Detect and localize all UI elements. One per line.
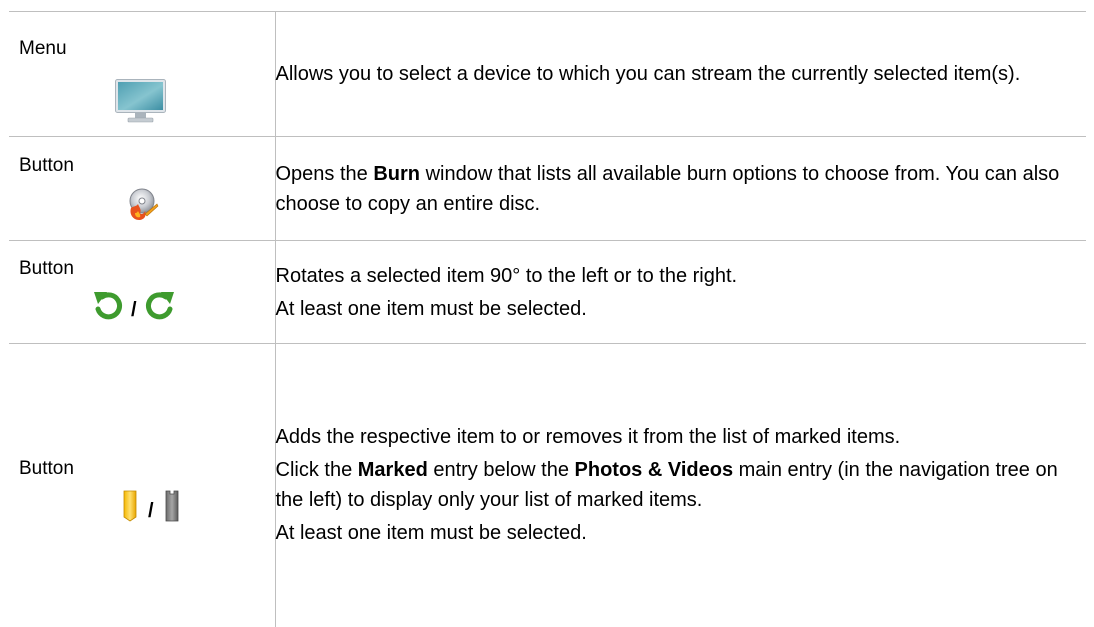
table-row: Button / Adds the respective item to or … bbox=[9, 343, 1087, 627]
description-bold-text: Burn bbox=[373, 162, 421, 185]
description-paragraph: Click the Marked entry below the Photos … bbox=[276, 455, 1087, 515]
description-text: Click the bbox=[275, 459, 358, 482]
burn-disc-icon bbox=[125, 188, 159, 222]
description-paragraph: At least one item must be selected. bbox=[276, 294, 1087, 324]
icon-separator: / bbox=[131, 298, 137, 321]
icon-separator: / bbox=[148, 499, 154, 522]
element-type-label: Button bbox=[19, 258, 74, 279]
element-type-label: Button bbox=[19, 458, 74, 479]
description-paragraph: Rotates a selected item 90° to the left … bbox=[276, 261, 1087, 291]
description-paragraph: At least one item must be selected. bbox=[276, 518, 1087, 548]
rotate-icons: / bbox=[93, 289, 175, 330]
mark-item-icon bbox=[123, 490, 137, 531]
unmark-item-icon bbox=[165, 490, 179, 531]
description-paragraph: Opens the Burn window that lists all ava… bbox=[276, 159, 1087, 219]
element-type-label: Menu bbox=[19, 38, 67, 59]
element-cell: Menu bbox=[9, 11, 276, 137]
description-bold-text: Marked bbox=[357, 459, 428, 482]
description-paragraph: Allows you to select a device to which y… bbox=[276, 59, 1087, 89]
element-cell: Button / bbox=[9, 343, 276, 627]
reference-table: Menu Allows you to select a device to wh… bbox=[9, 11, 1086, 627]
element-cell: Button bbox=[9, 136, 276, 241]
description-cell: Allows you to select a device to which y… bbox=[274, 11, 1087, 137]
table-row: Menu Allows you to select a device to wh… bbox=[9, 11, 1087, 137]
description-text: Adds the respective item to or removes i… bbox=[275, 426, 901, 449]
description-bold-text: Photos & Videos bbox=[574, 459, 734, 482]
table-row: Button / Rotates a selected item 90° to … bbox=[9, 240, 1087, 344]
description-text: At least one item must be selected. bbox=[275, 297, 587, 320]
description-paragraph: Adds the respective item to or removes i… bbox=[276, 422, 1087, 452]
element-cell: Button / bbox=[9, 240, 276, 344]
monitor-icon bbox=[115, 79, 166, 123]
rotate-right-icon bbox=[145, 289, 175, 330]
description-text: At least one item must be selected. bbox=[275, 522, 587, 545]
description-text: entry below the bbox=[427, 459, 575, 482]
description-text: Allows you to select a device to which y… bbox=[275, 63, 1021, 85]
description-text: Opens the bbox=[275, 162, 374, 185]
table-row: Button Opens the Burn window that lists … bbox=[9, 136, 1087, 241]
element-type-label: Button bbox=[19, 155, 74, 176]
description-cell: Opens the Burn window that lists all ava… bbox=[274, 136, 1087, 241]
rotate-left-icon bbox=[93, 289, 123, 330]
description-cell: Rotates a selected item 90° to the left … bbox=[274, 240, 1087, 344]
description-cell: Adds the respective item to or removes i… bbox=[274, 343, 1087, 627]
mark-icons: / bbox=[123, 490, 179, 531]
description-text: Rotates a selected item 90° to the left … bbox=[275, 264, 738, 287]
